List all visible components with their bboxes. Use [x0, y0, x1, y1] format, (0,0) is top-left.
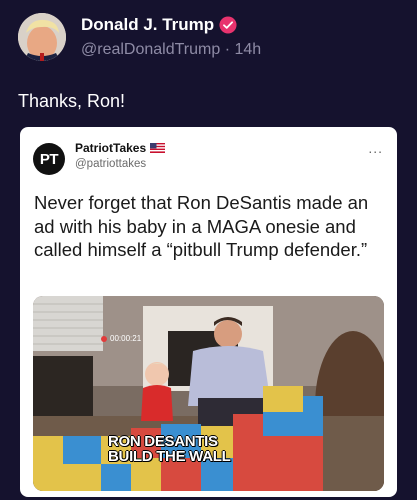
quoted-post-card[interactable]: PT PatriotTakes @patriottakes ... Never …	[20, 127, 397, 497]
quoted-author-name[interactable]: PatriotTakes	[75, 141, 146, 155]
quoted-post-text: Never forget that Ron DeSantis made an a…	[34, 192, 369, 260]
quoted-author-handle[interactable]: @patriottakes	[75, 158, 146, 170]
video-caption-line1: RON DESANTIS	[108, 433, 218, 450]
video-timestamp: 00:00:21	[101, 334, 141, 343]
author-handle[interactable]: @realDonaldTrump	[81, 41, 220, 58]
author-name-row: Donald J. Trump	[81, 15, 237, 35]
quoted-author-avatar[interactable]: PT	[33, 143, 65, 175]
us-flag-icon	[150, 143, 166, 153]
post-text: Thanks, Ron!	[18, 91, 126, 111]
post-time[interactable]: 14h	[235, 41, 262, 58]
quoted-video[interactable]: 00:00:21 RON DESANTIS BUILD THE WALL	[33, 296, 384, 491]
video-caption: RON DESANTIS BUILD THE WALL	[108, 433, 231, 465]
author-handle-row: @realDonaldTrump · 14h	[81, 41, 261, 59]
video-caption-line2: BUILD THE WALL	[108, 448, 231, 465]
quoted-author-name-row: PatriotTakes	[75, 141, 166, 155]
author-avatar[interactable]	[18, 13, 66, 61]
handle-separator: ·	[224, 41, 231, 58]
avatar-image	[18, 13, 66, 61]
author-name[interactable]: Donald J. Trump	[81, 15, 214, 35]
record-dot-icon	[101, 335, 107, 342]
verified-badge-icon	[219, 16, 237, 34]
more-options-icon[interactable]: ...	[368, 141, 383, 155]
video-timestamp-text: 00:00:21	[110, 334, 142, 343]
